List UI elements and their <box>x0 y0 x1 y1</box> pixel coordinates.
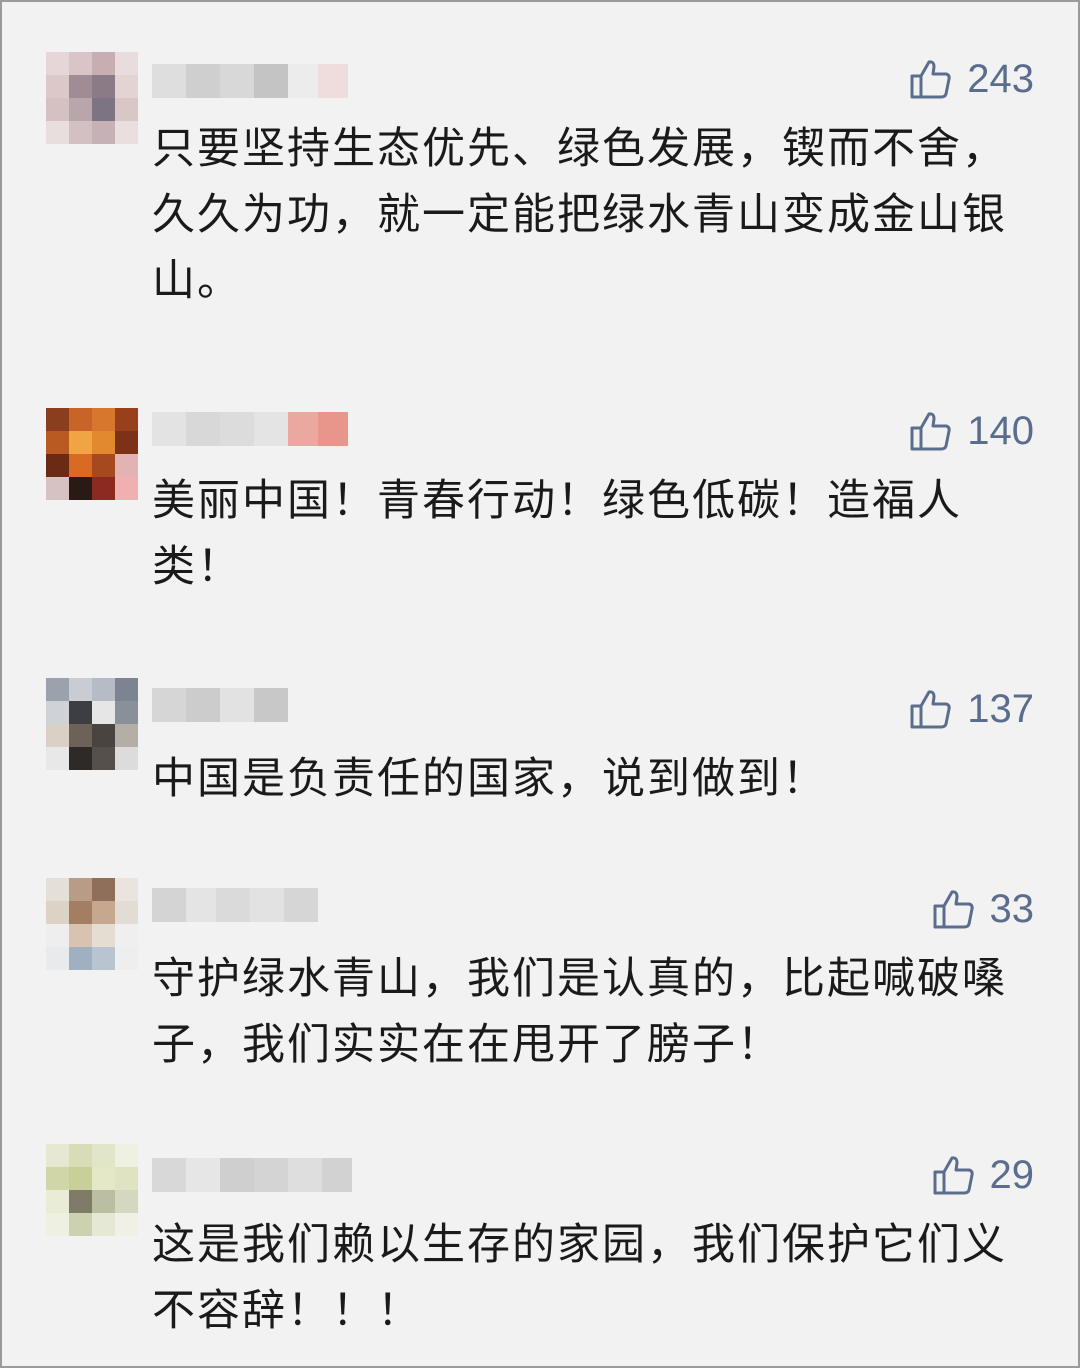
thumbs-up-icon <box>932 1153 976 1197</box>
comment-text: 守护绿水青山，我们是认真的，比起喊破嗓子，我们实实在在甩开了膀子！ <box>152 954 1007 1070</box>
avatar[interactable] <box>46 408 138 500</box>
like-count: 33 <box>989 887 1035 931</box>
avatar[interactable] <box>46 52 138 144</box>
avatar[interactable] <box>46 878 138 970</box>
username-redacted[interactable] <box>152 688 288 722</box>
comment-text: 只要坚持生态优先、绿色发展，锲而不舍，久久为功，就一定能把绿水青山变成金山银山。 <box>152 124 1007 306</box>
like-button[interactable]: 243 <box>909 54 1034 104</box>
username-redacted[interactable] <box>152 412 348 446</box>
like-count: 137 <box>967 687 1034 731</box>
comment-list: 243 只要坚持生态优先、绿色发展，锲而不舍，久久为功，就一定能把绿水青山变成金… <box>0 0 1080 1368</box>
like-count: 243 <box>967 57 1034 101</box>
comment-text: 这是我们赖以生存的家园，我们保护它们义不容辞！！！ <box>152 1220 1007 1336</box>
comment-text: 中国是负责任的国家，说到做到！ <box>152 754 827 804</box>
like-button[interactable]: 33 <box>932 884 1035 934</box>
like-button[interactable]: 137 <box>909 684 1034 734</box>
username-redacted[interactable] <box>152 1158 352 1192</box>
thumbs-up-icon <box>932 887 976 931</box>
like-button[interactable]: 29 <box>932 1150 1035 1200</box>
username-redacted[interactable] <box>152 64 348 98</box>
comment-text: 美丽中国！青春行动！绿色低碳！造福人类！ <box>152 476 962 592</box>
avatar[interactable] <box>46 678 138 770</box>
like-count: 140 <box>967 409 1034 453</box>
thumbs-up-icon <box>909 687 953 731</box>
like-button[interactable]: 140 <box>909 406 1034 456</box>
avatar[interactable] <box>46 1144 138 1236</box>
username-redacted[interactable] <box>152 888 318 922</box>
thumbs-up-icon <box>909 57 953 101</box>
like-count: 29 <box>989 1153 1035 1197</box>
thumbs-up-icon <box>909 409 953 453</box>
